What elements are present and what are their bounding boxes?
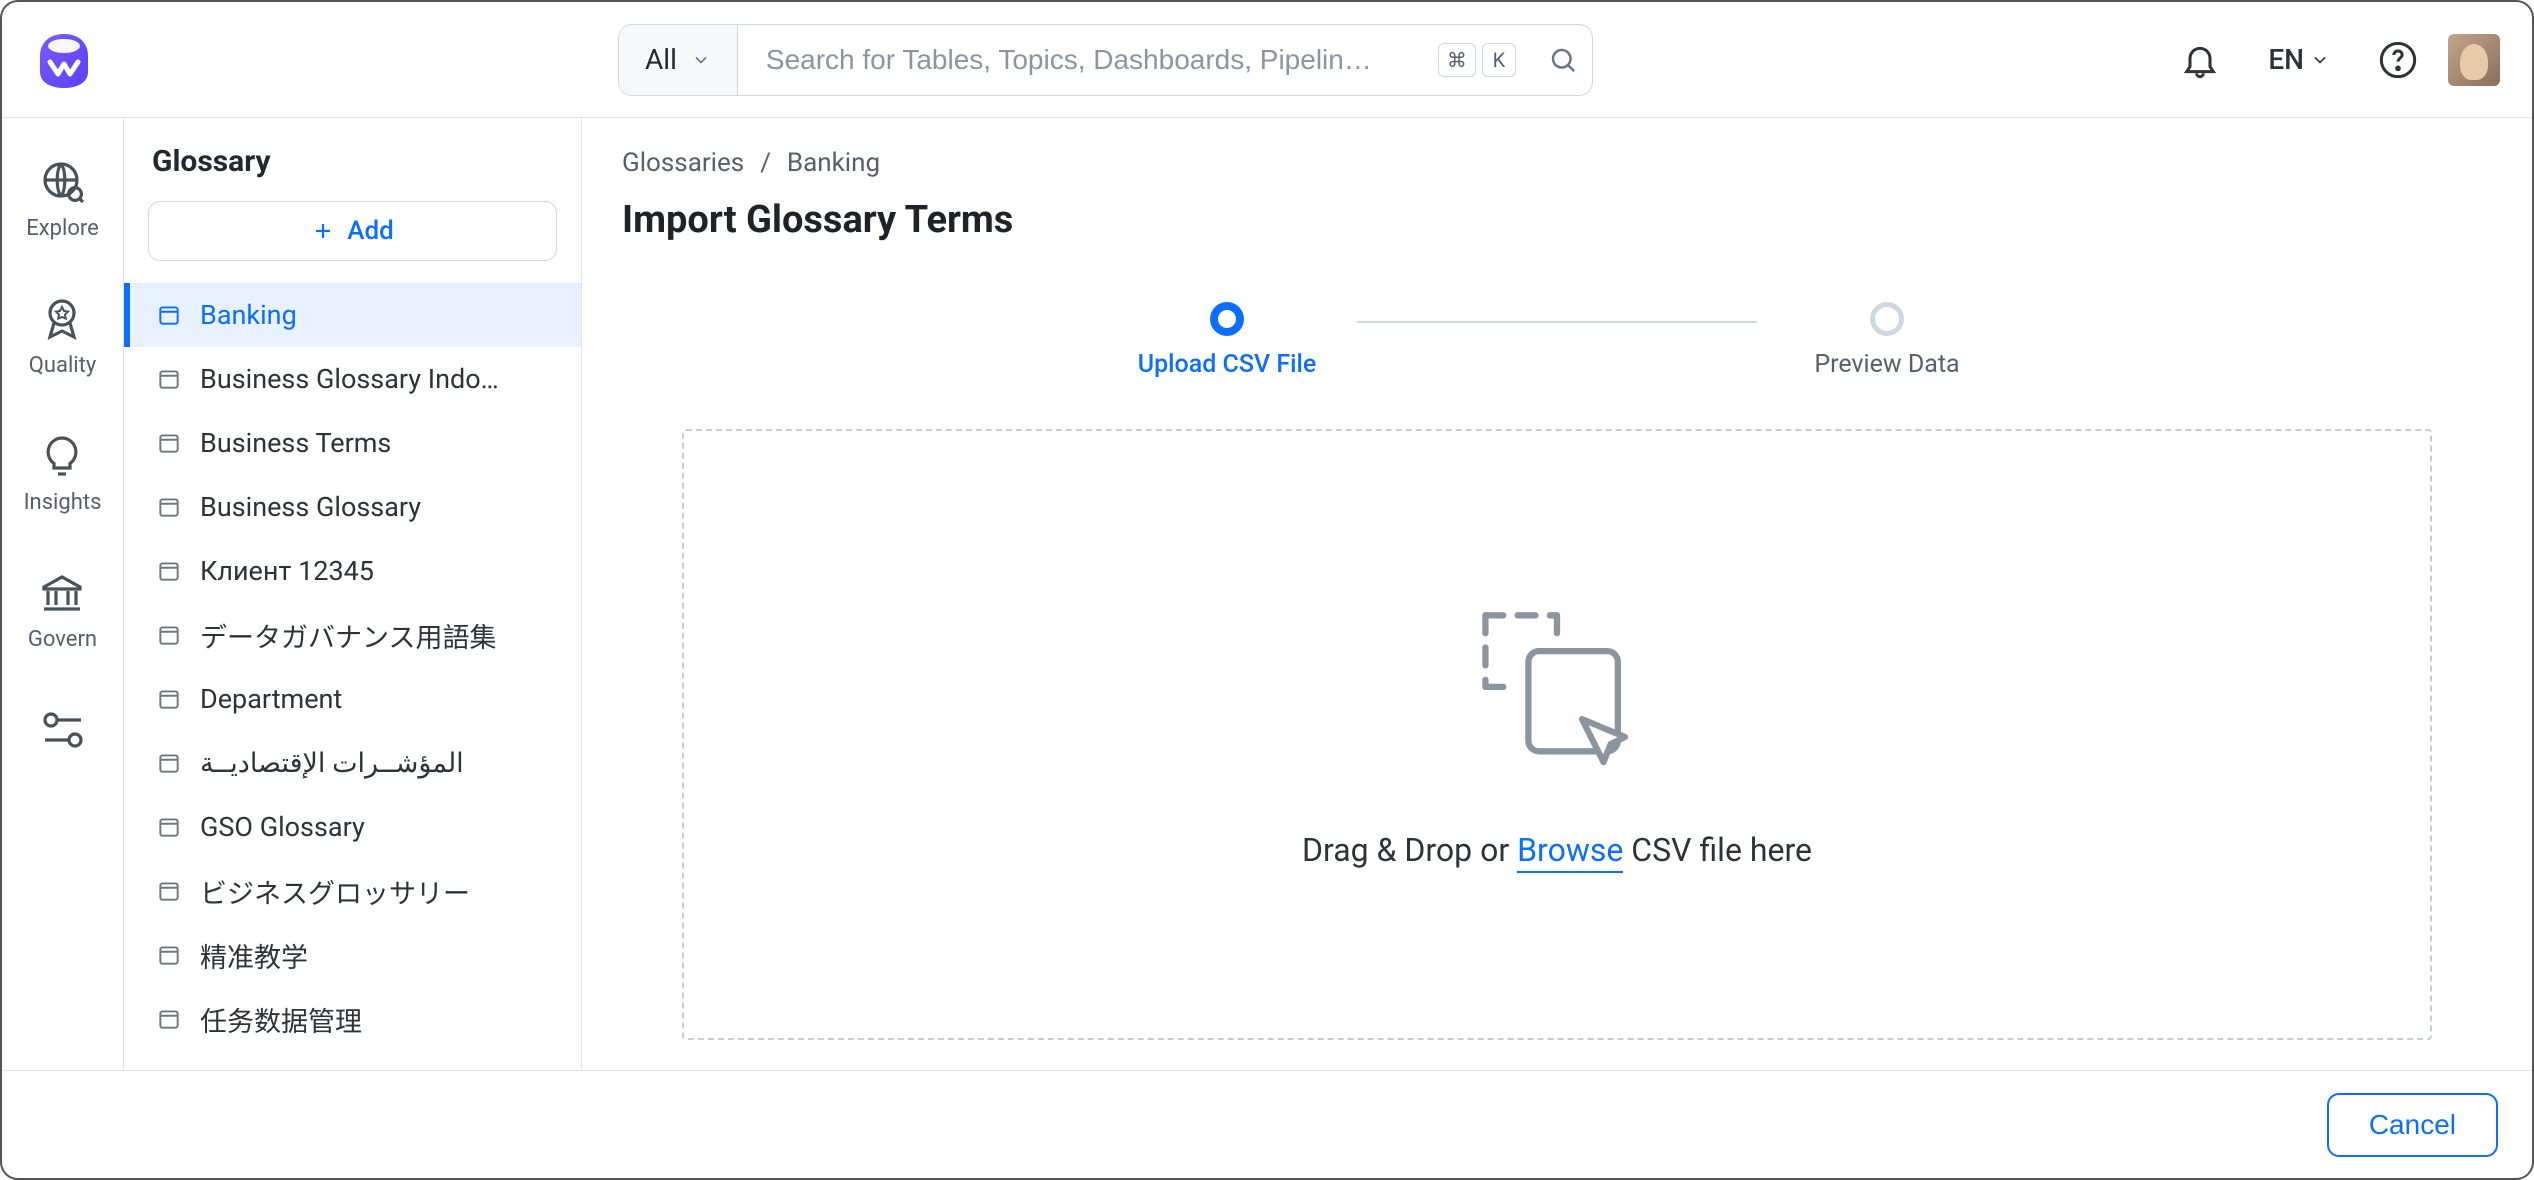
glossary-list: Banking Business Glossary Indo… Business T… (124, 283, 581, 1070)
footer: Cancel (2, 1070, 2532, 1178)
breadcrumb-separator: / (760, 148, 771, 178)
browse-link[interactable]: Browse (1517, 831, 1623, 873)
glossary-item[interactable]: Department (124, 667, 581, 731)
dropzone-prefix: Drag & Drop or (1302, 831, 1517, 869)
glossary-item-label: GSO Glossary (200, 811, 365, 843)
folder-icon (156, 430, 182, 456)
step-dot-icon (1210, 302, 1244, 336)
chevron-down-icon (691, 50, 711, 70)
page-title: Import Glossary Terms (622, 198, 2492, 242)
glossary-item[interactable]: Business Terms (124, 411, 581, 475)
app-logo[interactable] (34, 30, 94, 90)
dropzone-suffix: CSV file here (1623, 831, 1812, 869)
sidebar-title: Glossary (124, 118, 581, 201)
lightbulb-icon (38, 432, 86, 480)
topbar: All ⌘ K EN (2, 2, 2532, 118)
kbd-shortcut: ⌘ K (1438, 43, 1516, 77)
glossary-item-label: Business Glossary Indo… (200, 363, 499, 395)
badge-icon (38, 295, 86, 343)
folder-icon (156, 814, 182, 840)
nav-label: Explore (26, 216, 99, 241)
glossary-item-label: ビジネスグロッサリー (200, 872, 470, 911)
nav-insights[interactable]: Insights (24, 432, 102, 515)
nav-label: Quality (29, 353, 97, 378)
upload-file-icon (1467, 601, 1647, 771)
glossary-item-label: Business Terms (200, 427, 391, 459)
step-connector (1357, 321, 1757, 323)
glossary-item[interactable]: Business Glossary (124, 475, 581, 539)
add-label: Add (347, 216, 394, 246)
language-label: EN (2268, 43, 2304, 76)
nav-explore[interactable]: Explore (26, 158, 99, 241)
glossary-item[interactable]: データガバナンス用語集 (124, 603, 581, 667)
step-dot-icon (1870, 302, 1904, 336)
bell-icon (2180, 40, 2220, 80)
glossary-item[interactable]: Клиент 12345 (124, 539, 581, 603)
nodes-icon (39, 706, 87, 754)
nav-govern[interactable]: Govern (28, 569, 97, 652)
kbd-k: K (1482, 43, 1516, 77)
nav-settings[interactable] (39, 706, 87, 754)
search-icon (1548, 45, 1578, 75)
glossary-item[interactable]: المؤشــرات الإقتصاديــة (124, 731, 581, 795)
dropzone-text: Drag & Drop or Browse CSV file here (1302, 831, 1812, 869)
breadcrumb: Glossaries / Banking (622, 148, 2492, 178)
search-button[interactable] (1534, 25, 1592, 95)
search-filter-label: All (645, 43, 677, 76)
kbd-cmd: ⌘ (1438, 43, 1476, 77)
help-button[interactable] (2372, 34, 2424, 86)
chevron-down-icon (2310, 50, 2330, 70)
glossary-item-label: Business Glossary (200, 491, 421, 523)
plus-icon (311, 219, 335, 243)
glossary-item[interactable]: 精准教学 (124, 923, 581, 987)
folder-icon (156, 750, 182, 776)
folder-icon (156, 558, 182, 584)
help-icon (2378, 40, 2418, 80)
folder-icon (156, 622, 182, 648)
folder-icon (156, 302, 182, 328)
nav-label: Govern (28, 627, 97, 652)
institution-icon (38, 569, 86, 617)
glossary-item-label: Клиент 12345 (200, 555, 374, 587)
search-filter-dropdown[interactable]: All (619, 25, 738, 95)
glossary-item-label: 精准教学 (200, 936, 308, 975)
glossary-item-label: Banking (200, 299, 297, 331)
glossary-item[interactable]: 任务数据管理 (124, 987, 581, 1051)
stepper: Upload CSV File Preview Data (622, 302, 2492, 379)
glossary-item-label: Department (200, 683, 342, 715)
folder-icon (156, 878, 182, 904)
nav-quality[interactable]: Quality (29, 295, 97, 378)
globe-search-icon (39, 158, 87, 206)
glossary-item-label: データガバナンス用語集 (200, 616, 496, 655)
main-content: Glossaries / Banking Import Glossary Ter… (582, 118, 2532, 1070)
glossary-item[interactable]: Banking (124, 283, 581, 347)
add-glossary-button[interactable]: Add (148, 201, 557, 261)
folder-icon (156, 366, 182, 392)
notifications-button[interactable] (2174, 34, 2226, 86)
search-input[interactable] (738, 44, 1438, 76)
avatar[interactable] (2448, 34, 2500, 86)
nav-label: Insights (24, 490, 102, 515)
dropzone[interactable]: Drag & Drop or Browse CSV file here (682, 429, 2432, 1040)
folder-icon (156, 494, 182, 520)
step-preview[interactable]: Preview Data (1757, 302, 2017, 379)
nav-rail: Explore Quality Insights Govern (2, 118, 124, 1070)
breadcrumb-current: Banking (787, 148, 880, 178)
breadcrumb-glossaries[interactable]: Glossaries (622, 148, 744, 178)
glossary-item-label: المؤشــرات الإقتصاديــة (200, 747, 464, 779)
glossary-item[interactable]: GSO Glossary (124, 795, 581, 859)
cancel-button[interactable]: Cancel (2327, 1093, 2498, 1157)
language-switcher[interactable]: EN (2250, 43, 2348, 76)
folder-icon (156, 1006, 182, 1032)
folder-icon (156, 686, 182, 712)
glossary-item-label: 任务数据管理 (200, 1000, 362, 1039)
glossary-item[interactable]: Business Glossary Indo… (124, 347, 581, 411)
glossary-sidebar: Glossary Add Banking Business Glossary In… (124, 118, 582, 1070)
step-upload[interactable]: Upload CSV File (1097, 302, 1357, 379)
glossary-item[interactable]: ビジネスグロッサリー (124, 859, 581, 923)
folder-icon (156, 942, 182, 968)
search-bar: All ⌘ K (618, 24, 1593, 96)
step-label: Upload CSV File (1138, 350, 1316, 379)
step-label: Preview Data (1814, 350, 1959, 379)
